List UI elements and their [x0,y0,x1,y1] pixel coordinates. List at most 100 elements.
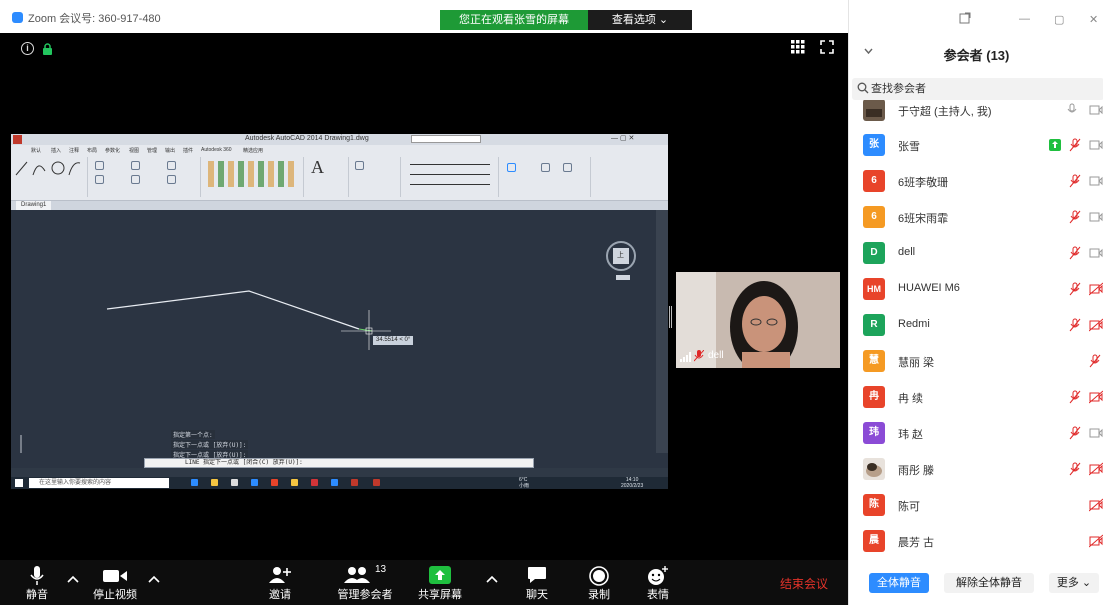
share-options-chevron-icon[interactable] [486,574,498,584]
autocad-taskbar-icon[interactable] [351,479,358,486]
app-taskbar-icon[interactable] [271,479,278,486]
ribbon-tab[interactable]: 参数化 [105,147,120,154]
edge-icon[interactable] [191,479,198,486]
muted-mic-icon[interactable] [1069,462,1081,476]
muted-mic-icon[interactable] [1069,174,1081,188]
office-icon[interactable] [311,479,318,486]
end-meeting-button[interactable]: 结束会议 [780,575,828,592]
store-icon[interactable] [231,479,238,486]
windows-start-icon[interactable] [15,479,23,487]
close-icon[interactable]: ✕ [1089,13,1098,26]
ribbon-tab[interactable]: 插入 [51,147,61,154]
video-off-icon[interactable] [1089,282,1103,296]
list-item[interactable]: 陈 陈可 [849,488,1103,524]
fillet-tool-icon[interactable] [167,175,176,184]
list-item[interactable]: 玮 玮 赵 [849,416,1103,452]
linetype-icon[interactable] [410,161,490,165]
group-tool-icon[interactable] [541,163,550,172]
list-item[interactable]: 张 张雪 [849,128,1103,164]
lineweight-icon[interactable] [410,171,490,175]
video-icon[interactable] [1089,138,1103,152]
insert-block-icon[interactable] [355,161,364,170]
ribbon-tab[interactable]: 管理 [147,147,157,154]
record-button[interactable]: 录制 [584,560,614,605]
ribbon-tab[interactable]: 输出 [165,147,175,154]
shared-screen[interactable]: Autodesk AutoCAD 2014 Drawing1.dwg — ▢ ✕… [11,134,668,489]
video-off-icon[interactable] [1089,498,1103,512]
gallery-view-icon[interactable] [791,40,805,54]
list-item[interactable]: 雨彤 滕 [849,452,1103,488]
muted-mic-icon[interactable] [1069,318,1081,332]
ribbon-tab[interactable]: 精选应用 [243,147,263,154]
viewcube-label[interactable]: 上 [617,250,624,260]
file-explorer-icon[interactable] [211,479,218,486]
video-icon[interactable] [1089,246,1103,260]
video-panel-resize-handle[interactable] [669,306,672,328]
video-off-icon[interactable] [1089,318,1103,332]
chrome-icon[interactable] [291,479,298,486]
info-icon[interactable]: i [21,42,34,55]
canvas-scrollbar[interactable] [656,210,668,453]
rotate-tool-icon[interactable] [131,161,140,170]
file-tab-drawing1[interactable]: Drawing1 [16,201,52,210]
ribbon-tab[interactable]: 默认 [31,147,41,154]
minimize-icon[interactable]: — [1019,13,1030,25]
ribbon-tab[interactable]: 插件 [183,147,193,154]
muted-mic-icon[interactable] [1089,354,1101,368]
clipboard-icon[interactable] [563,163,572,172]
list-item[interactable]: 冉 冉 续 [849,380,1103,416]
stop-video-button[interactable]: 停止视频 [88,560,142,605]
move-tool-icon[interactable] [95,161,104,170]
measure-tool-icon[interactable] [507,163,516,172]
mic-icon[interactable] [1067,103,1077,117]
word-icon[interactable] [331,479,338,486]
invite-button[interactable]: 邀请 [262,560,298,605]
mirror-tool-icon[interactable] [131,175,140,184]
muted-mic-icon[interactable] [1069,282,1081,296]
ribbon-tab[interactable]: 注释 [69,147,79,154]
video-off-icon[interactable] [1089,534,1103,548]
list-item[interactable]: 于守超 (主持人, 我) [849,100,1103,129]
text-tool-icon[interactable]: A [311,157,324,178]
ribbon-tab[interactable]: 布局 [87,147,97,154]
audio-options-chevron-icon[interactable] [67,574,79,584]
video-icon[interactable] [1089,174,1103,188]
muted-mic-icon[interactable] [1069,138,1081,152]
list-item[interactable]: 6 6班宋雨霏 [849,200,1103,236]
list-item[interactable]: D dell [849,236,1103,272]
participant-video-tile[interactable]: dell [676,272,840,368]
share-screen-button[interactable]: 共享屏幕 [412,560,468,605]
layer-tools-icon[interactable] [208,161,298,187]
acrobat-icon[interactable] [373,479,380,486]
command-line-input[interactable]: LINE 指定下一点或 [闭合(C) 放弃(U)]: [144,458,534,468]
list-item[interactable]: R Redmi [849,308,1103,344]
popout-icon[interactable] [959,12,971,24]
muted-mic-icon[interactable] [1069,390,1081,404]
draw-tools-icon[interactable] [13,157,83,179]
ribbon-tab[interactable]: 视图 [129,147,139,154]
autocad-window-controls[interactable]: — ▢ ✕ [611,134,634,142]
muted-mic-icon[interactable] [1069,246,1081,260]
video-icon[interactable] [1089,210,1103,224]
video-options-chevron-icon[interactable] [148,574,160,584]
list-item[interactable]: 6 6班李敬珊 [849,164,1103,200]
taskbar-search[interactable]: 在这里输入你要搜索的内容 [29,478,169,488]
chat-button[interactable]: 聊天 [522,560,552,605]
mute-button[interactable]: 静音 [18,560,56,605]
trim-tool-icon[interactable] [167,161,176,170]
autocad-search-box[interactable] [411,135,481,143]
video-off-icon[interactable] [1089,390,1103,404]
participant-search[interactable] [852,78,1103,100]
fullscreen-icon[interactable] [820,40,834,54]
mute-all-button[interactable]: 全体静音 [869,573,929,593]
muted-mic-icon[interactable] [1069,210,1081,224]
reactions-button[interactable]: 表情 [643,560,673,605]
copy-tool-icon[interactable] [95,175,104,184]
more-button[interactable]: 更多 ⌄ [1049,573,1099,593]
video-off-icon[interactable] [1089,462,1103,476]
manage-participants-button[interactable]: 13 管理参会者 [330,560,400,605]
video-icon[interactable] [1089,426,1103,440]
maximize-icon[interactable]: ▢ [1054,13,1064,26]
unmute-all-button[interactable]: 解除全体静音 [944,573,1034,593]
list-item[interactable]: HM HUAWEI M6 [849,272,1103,308]
